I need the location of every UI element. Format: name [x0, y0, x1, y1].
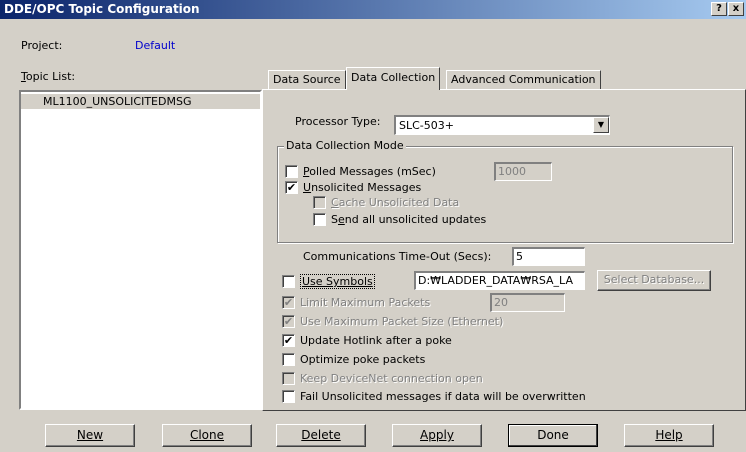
timeout-label: Communications Time-Out (Secs):: [303, 250, 492, 263]
topic-list-label: Topic List:: [21, 70, 76, 83]
clone-button[interactable]: Clone: [162, 424, 252, 447]
max-packet-size-box[interactable]: ✔: [282, 315, 295, 328]
limit-packets-field[interactable]: 20: [490, 293, 565, 312]
data-collection-mode-title: Data Collection Mode: [284, 139, 406, 152]
apply-button-label: Apply: [420, 428, 454, 442]
tab-data-source[interactable]: Data Source: [268, 70, 346, 89]
delete-button[interactable]: Delete: [276, 424, 366, 447]
update-hotlink-box[interactable]: ✔: [282, 334, 295, 347]
cache-unsolicited-box[interactable]: [313, 196, 326, 209]
optimize-poke-label: Optimize poke packets: [300, 353, 426, 366]
max-packet-size-label: Use Maximum Packet Size (Ethernet): [300, 315, 504, 328]
close-title-button[interactable]: x: [728, 2, 744, 16]
polled-messages-box[interactable]: [285, 165, 298, 178]
help-button-label: Help: [655, 428, 683, 442]
timeout-field[interactable]: 5: [512, 247, 585, 266]
project-value: Default: [135, 39, 176, 52]
unsolicited-messages-label: Unsolicited Messages: [303, 181, 422, 194]
symbols-path-field[interactable]: D:₩LADDER_DATA₩RSA_LA: [414, 271, 585, 290]
apply-button[interactable]: Apply: [392, 424, 482, 447]
fail-unsolicited-label: Fail Unsolicited messages if data will b…: [300, 390, 586, 403]
keep-devicenet-label: Keep DeviceNet connection open: [300, 372, 483, 385]
fail-unsolicited-box[interactable]: [282, 390, 295, 403]
tab-data-collection[interactable]: Data Collection: [346, 67, 441, 90]
keep-devicenet-box[interactable]: [282, 372, 295, 385]
limit-packets-label: Limit Maximum Packets: [300, 296, 431, 309]
topic-listbox[interactable]: ML1100_UNSOLICITEDMSG: [19, 90, 262, 410]
use-symbols-label: Use Symbols: [300, 274, 375, 289]
processor-type-label: Processor Type:: [295, 115, 381, 128]
window-title: DDE/OPC Topic Configuration: [4, 2, 200, 16]
processor-type-value: SLC-503+: [399, 119, 454, 132]
select-database-button[interactable]: Select Database...: [597, 270, 711, 291]
cache-unsolicited-label: Cache Unsolicited Data: [331, 196, 460, 209]
tab-advanced-communication[interactable]: Advanced Communication: [446, 70, 601, 89]
unsolicited-messages-box[interactable]: ✔: [285, 181, 298, 194]
project-label: Project:: [21, 39, 63, 52]
polled-interval-field[interactable]: 1000: [494, 162, 552, 181]
send-all-label: Send all unsolicited updates: [331, 213, 487, 226]
chevron-down-icon[interactable]: ▼: [593, 117, 609, 133]
done-button[interactable]: Done: [508, 424, 598, 447]
use-symbols-box[interactable]: [282, 275, 295, 288]
update-hotlink-label: Update Hotlink after a poke: [300, 334, 452, 347]
topic-list-item[interactable]: ML1100_UNSOLICITEDMSG: [21, 94, 260, 109]
optimize-poke-box[interactable]: [282, 353, 295, 366]
use-symbols-label-text: Use Symbols: [302, 275, 373, 288]
help-button[interactable]: Help: [624, 424, 714, 447]
new-button-label: New: [76, 428, 104, 442]
new-button[interactable]: New: [45, 424, 135, 447]
clone-button-label: Clone: [189, 428, 225, 442]
polled-messages-label: Polled Messages (mSec): [303, 165, 436, 178]
dialog-window: DDE/OPC Topic Configuration ? x Project:…: [0, 0, 746, 452]
limit-packets-box[interactable]: ✔: [282, 296, 295, 309]
help-title-button[interactable]: ?: [711, 2, 727, 16]
send-all-box[interactable]: [313, 213, 326, 226]
title-bar: DDE/OPC Topic Configuration ? x: [0, 0, 746, 19]
processor-type-dropdown[interactable]: SLC-503+ ▼: [394, 115, 610, 135]
delete-button-label: Delete: [301, 428, 341, 442]
